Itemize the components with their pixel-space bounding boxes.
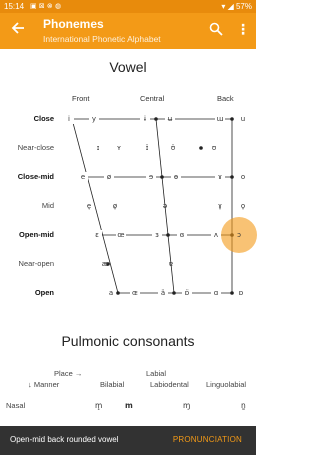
row-close: Close bbox=[33, 114, 54, 123]
vowel-symbol[interactable]: ɔ bbox=[234, 230, 244, 240]
column-bilabial: Bilabial bbox=[100, 380, 125, 389]
app-bar: Phonemes International Phonetic Alphabet… bbox=[0, 13, 256, 49]
row-mid: Mid bbox=[41, 201, 54, 210]
column-front: Front bbox=[72, 94, 90, 103]
row-open-mid: Open-mid bbox=[19, 230, 54, 239]
vowel-symbol[interactable]: ɤ bbox=[215, 172, 225, 182]
row-near-close: Near-close bbox=[17, 143, 54, 152]
vowel-symbol[interactable]: e̞ bbox=[84, 201, 94, 211]
vowel-symbol[interactable]: ɒ̈ bbox=[182, 288, 192, 298]
vowel-symbol[interactable]: ä bbox=[158, 288, 168, 298]
vowel-symbol[interactable]: ʌ bbox=[211, 230, 221, 240]
vowel-symbol[interactable]: ʊ bbox=[209, 143, 219, 153]
vowel-symbol[interactable]: ʊ̈ bbox=[168, 143, 178, 153]
place-header: Place → bbox=[54, 369, 83, 378]
vowel-symbol[interactable]: œ bbox=[116, 230, 126, 240]
row-near-open: Near-open bbox=[18, 259, 54, 268]
vowel-symbol[interactable]: ɛ bbox=[92, 230, 102, 240]
column-linguolabial: Linguolabial bbox=[206, 380, 247, 389]
vowel-symbol[interactable]: ɯ bbox=[215, 114, 225, 124]
column-central: Central bbox=[140, 94, 165, 103]
status-time: 15:14 bbox=[4, 2, 25, 11]
back-arrow-icon[interactable] bbox=[10, 21, 26, 39]
vowel-symbol[interactable]: i bbox=[64, 114, 74, 124]
consonant-symbol[interactable]: m̥ bbox=[95, 401, 102, 410]
consonant-symbol[interactable]: n̼ bbox=[241, 401, 246, 410]
vowel-symbol[interactable]: o bbox=[238, 172, 248, 182]
consonant-section-title: Pulmonic consonants bbox=[61, 333, 195, 349]
vowel-symbol[interactable]: ɜ bbox=[152, 230, 162, 240]
column-labial: Labial bbox=[146, 369, 167, 378]
vowel-symbol[interactable]: ʉ bbox=[165, 114, 175, 124]
vowel-symbol[interactable]: æ bbox=[100, 259, 110, 269]
vowel-symbol[interactable]: ø bbox=[104, 172, 114, 182]
consonant-symbol[interactable]: m bbox=[125, 401, 133, 410]
row-open: Open bbox=[34, 288, 54, 297]
vowel-symbol[interactable]: ɒ bbox=[236, 288, 246, 298]
vowel-symbol[interactable]: ø̞ bbox=[110, 201, 120, 211]
vowel-symbol[interactable]: ʏ bbox=[114, 143, 124, 153]
vowel-chart: Front Central Back Close Near-close Clos… bbox=[0, 84, 257, 304]
vowel-symbol[interactable]: ɪ̈ bbox=[142, 143, 152, 153]
vowel-symbol[interactable]: u bbox=[238, 114, 248, 124]
row-close-mid: Close-mid bbox=[17, 172, 54, 181]
battery-level: 57% bbox=[235, 2, 252, 11]
pronunciation-button[interactable]: PRONUNCIATION bbox=[173, 435, 242, 444]
battery-indicator: ▾ ◢ 57% bbox=[221, 2, 252, 11]
snackbar-message: Open-mid back rounded vowel bbox=[10, 435, 119, 444]
vowel-section-title: Vowel bbox=[109, 59, 147, 75]
column-back: Back bbox=[217, 94, 234, 103]
vowel-symbol[interactable]: ɪ bbox=[93, 143, 103, 153]
manner-header: ↓ Manner bbox=[28, 380, 60, 389]
vowel-symbol[interactable]: y bbox=[89, 114, 99, 124]
more-options-icon[interactable]: ⋮ bbox=[236, 22, 250, 40]
snackbar: Open-mid back rounded vowel PRONUNCIATIO… bbox=[0, 426, 256, 455]
app-title: Phonemes bbox=[43, 17, 104, 31]
status-bar: 15:14 ▣ ⊠ ⊗ ◍ ▾ ◢ 57% bbox=[0, 0, 256, 13]
notification-icons: ▣ ⊠ ⊗ ◍ bbox=[30, 2, 62, 10]
wifi-icon: ▾ ◢ bbox=[221, 2, 236, 11]
vowel-symbol[interactable]: ɘ bbox=[146, 172, 156, 182]
vowel-symbol[interactable]: ɨ bbox=[140, 114, 150, 124]
vowel-symbol[interactable]: ɶ bbox=[130, 288, 140, 298]
vowel-symbol[interactable]: ɐ bbox=[166, 259, 176, 269]
vowel-symbol[interactable]: ɞ bbox=[177, 230, 187, 240]
consonant-symbol[interactable]: ɱ bbox=[183, 401, 190, 410]
column-labiodental: Labiodental bbox=[150, 380, 189, 389]
vowel-symbol[interactable]: e bbox=[78, 172, 88, 182]
vowel-symbol[interactable]: ɤ̞ bbox=[215, 201, 225, 211]
search-icon[interactable] bbox=[209, 21, 225, 39]
vowel-symbol[interactable]: ə bbox=[160, 201, 170, 211]
app-subtitle: International Phonetic Alphabet bbox=[43, 34, 161, 44]
vowel-symbol[interactable]: ɑ bbox=[211, 288, 221, 298]
vowel-symbol[interactable]: ɵ bbox=[171, 172, 181, 182]
vowel-symbol[interactable]: a bbox=[106, 288, 116, 298]
row-nasal: Nasal bbox=[6, 401, 26, 410]
vowel-symbol[interactable]: o̞ bbox=[238, 201, 248, 211]
